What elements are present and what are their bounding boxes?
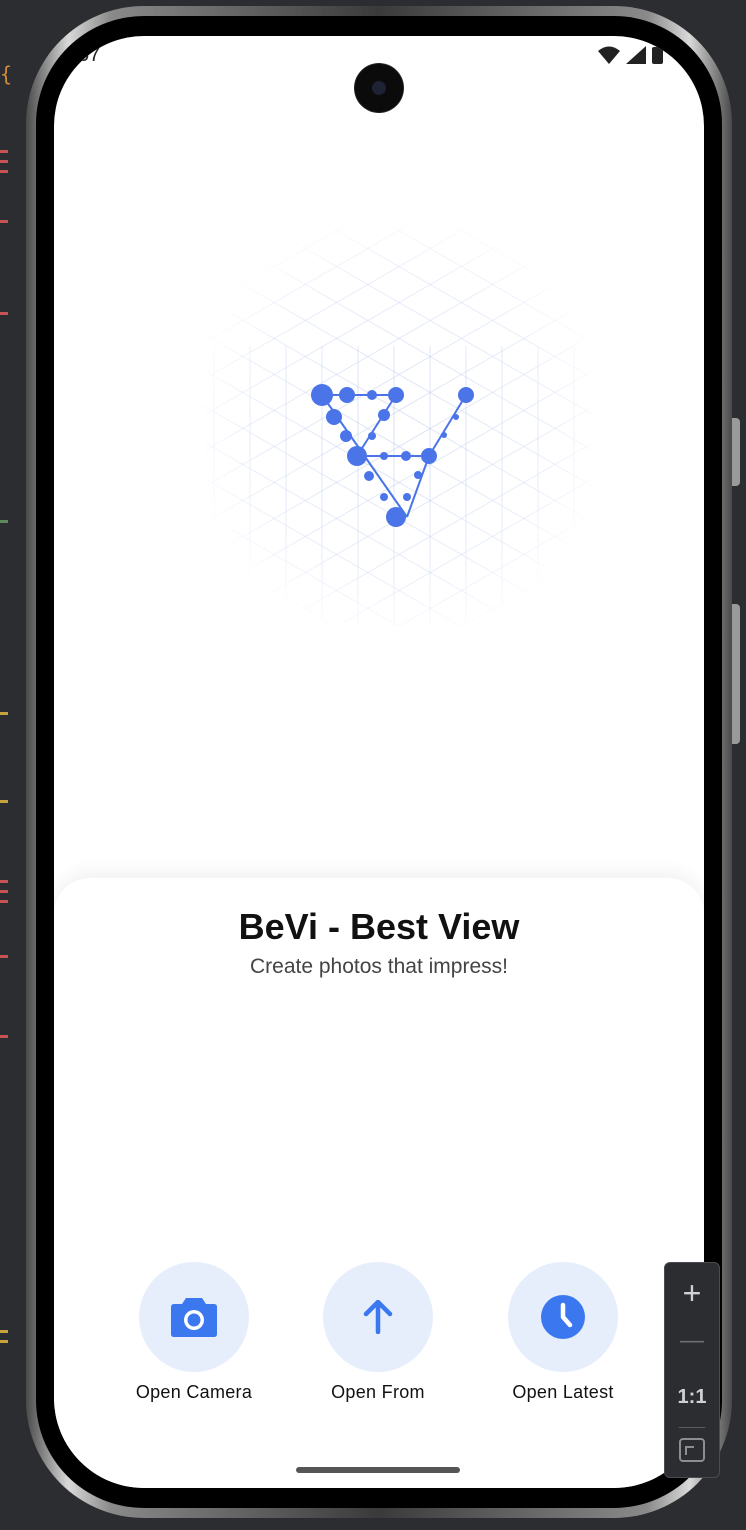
constellation-dot (458, 387, 474, 403)
ide-marker (0, 712, 8, 715)
app-title: BeVi - Best View (238, 906, 520, 947)
constellation-dot (453, 414, 459, 420)
ide-marker (0, 170, 8, 173)
ide-marker (0, 160, 8, 163)
open-camera-label: Open Camera (135, 1382, 253, 1402)
ide-marker (0, 900, 8, 903)
open-latest-button[interactable]: Open Latest (463, 1262, 663, 1403)
constellation-dot (368, 432, 376, 440)
grid-line (204, 621, 212, 626)
ide-marker (0, 880, 8, 883)
grid-line (204, 477, 462, 626)
status-icons (598, 46, 664, 64)
app-subtitle: Create photos that impress! (250, 955, 508, 978)
grid-line (204, 513, 400, 626)
power-button (732, 604, 740, 744)
open-from-label: Open From (331, 1382, 425, 1402)
home-indicator[interactable] (296, 1467, 460, 1473)
constellation-dot (401, 451, 411, 461)
constellation-dot (326, 409, 342, 425)
grid-line (390, 226, 594, 344)
grid-line (204, 226, 408, 344)
signal-icon (626, 46, 646, 64)
camera-icon (171, 1298, 217, 1337)
app-logo-illustration (204, 226, 594, 626)
open-from-circle[interactable] (323, 1262, 433, 1372)
ide-marker (0, 955, 8, 958)
battery-icon (652, 47, 663, 64)
open-camera-button[interactable]: Open Camera (94, 1262, 294, 1403)
wifi-icon (598, 46, 620, 64)
constellation-dot (340, 430, 352, 442)
grid-line (586, 621, 594, 626)
zoom-in-button[interactable]: + (665, 1273, 719, 1313)
fit-screen-button[interactable] (665, 1435, 719, 1473)
fit-screen-icon (679, 1438, 705, 1462)
constellation-dot (414, 471, 422, 479)
constellation-dot (421, 448, 437, 464)
grid-line (204, 226, 533, 416)
grid-line (336, 477, 594, 626)
zoom-controls: + — 1:1 (664, 1262, 720, 1478)
grid-line (265, 226, 594, 416)
phone-screen: 57 BeVi - Best View Create photos that i… (54, 36, 704, 1488)
constellation-dot (380, 452, 388, 460)
open-latest-circle[interactable] (508, 1262, 618, 1372)
ide-marker (0, 890, 8, 893)
constellation-dot (403, 493, 411, 501)
braces-icon: { (0, 62, 13, 86)
constellation-dot (386, 507, 406, 527)
ide-marker (0, 220, 8, 223)
grid-line (204, 441, 524, 626)
ide-side-strip: { (0, 0, 13, 1530)
ide-marker (0, 150, 8, 153)
grid-line (514, 226, 594, 272)
ide-marker (0, 800, 8, 803)
constellation-dot (388, 387, 404, 403)
constellation-dot (378, 409, 390, 421)
constellation-dot (339, 387, 355, 403)
constellation-dot (347, 446, 367, 466)
ide-marker (0, 1035, 8, 1038)
status-time: 57 (78, 44, 101, 66)
actual-size-button[interactable]: 1:1 (665, 1379, 719, 1415)
constellation-dot (380, 493, 388, 501)
grid-line (204, 226, 284, 272)
arrow-up-icon (363, 1300, 393, 1334)
constellation-dot (311, 384, 333, 406)
ide-marker (0, 1330, 8, 1333)
clock-icon (541, 1295, 585, 1339)
ide-marker (0, 1340, 8, 1343)
zoom-divider (679, 1427, 705, 1428)
ide-marker (0, 312, 8, 315)
open-from-button[interactable]: Open From (278, 1262, 478, 1403)
constellation-dot (441, 432, 447, 438)
front-camera (355, 64, 403, 112)
constellation-dot (364, 471, 374, 481)
grid-line (274, 441, 594, 626)
grid-line (398, 513, 594, 626)
ide-marker (0, 520, 8, 523)
open-latest-label: Open Latest (512, 1382, 614, 1402)
zoom-out-button[interactable]: — (665, 1321, 719, 1361)
open-camera-circle[interactable] (139, 1262, 249, 1372)
constellation-dot (367, 390, 377, 400)
volume-button (732, 418, 740, 486)
